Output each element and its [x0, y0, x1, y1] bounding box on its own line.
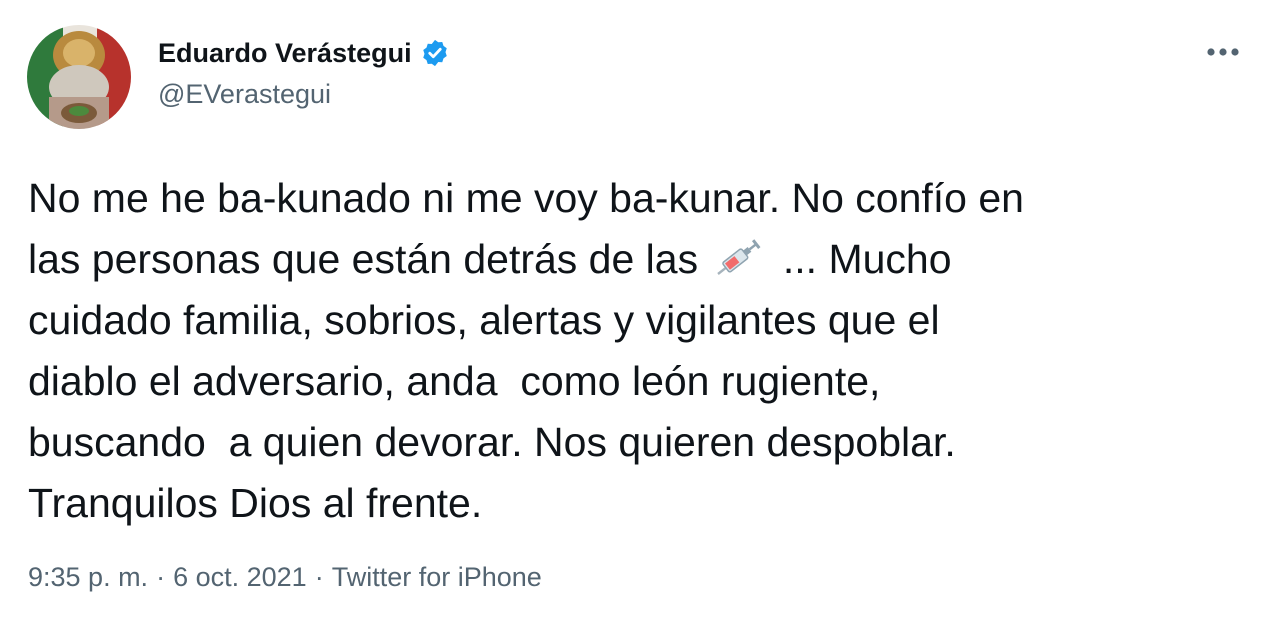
- author-info: Eduardo Verástegui @EVerastegui: [158, 36, 450, 110]
- author-display-name[interactable]: Eduardo Verástegui: [158, 38, 412, 69]
- tweet-source[interactable]: Twitter for iPhone: [332, 562, 542, 592]
- more-options-icon: [1207, 48, 1239, 56]
- more-options-button[interactable]: [1198, 32, 1248, 72]
- author-handle[interactable]: @EVerastegui: [158, 79, 450, 110]
- tweet-date[interactable]: 6 oct. 2021: [173, 562, 307, 592]
- tweet-text: No me he ba-kunado ni me voy ba-kunar. N…: [28, 168, 1258, 534]
- tweet-time[interactable]: 9:35 p. m.: [28, 562, 148, 592]
- meta-separator: ·: [314, 562, 324, 592]
- syringe-icon: [712, 234, 770, 275]
- tweet-card: Eduardo Verástegui @EVerastegui No me he…: [0, 0, 1283, 620]
- verified-badge-icon: [420, 38, 450, 68]
- meta-separator: ·: [156, 562, 166, 592]
- avatar-image: [27, 25, 131, 129]
- tweet-meta: 9:35 p. m. · 6 oct. 2021 · Twitter for iPhon…: [28, 562, 542, 593]
- author-avatar[interactable]: [27, 25, 131, 129]
- author-name-row: Eduardo Verástegui: [158, 36, 450, 70]
